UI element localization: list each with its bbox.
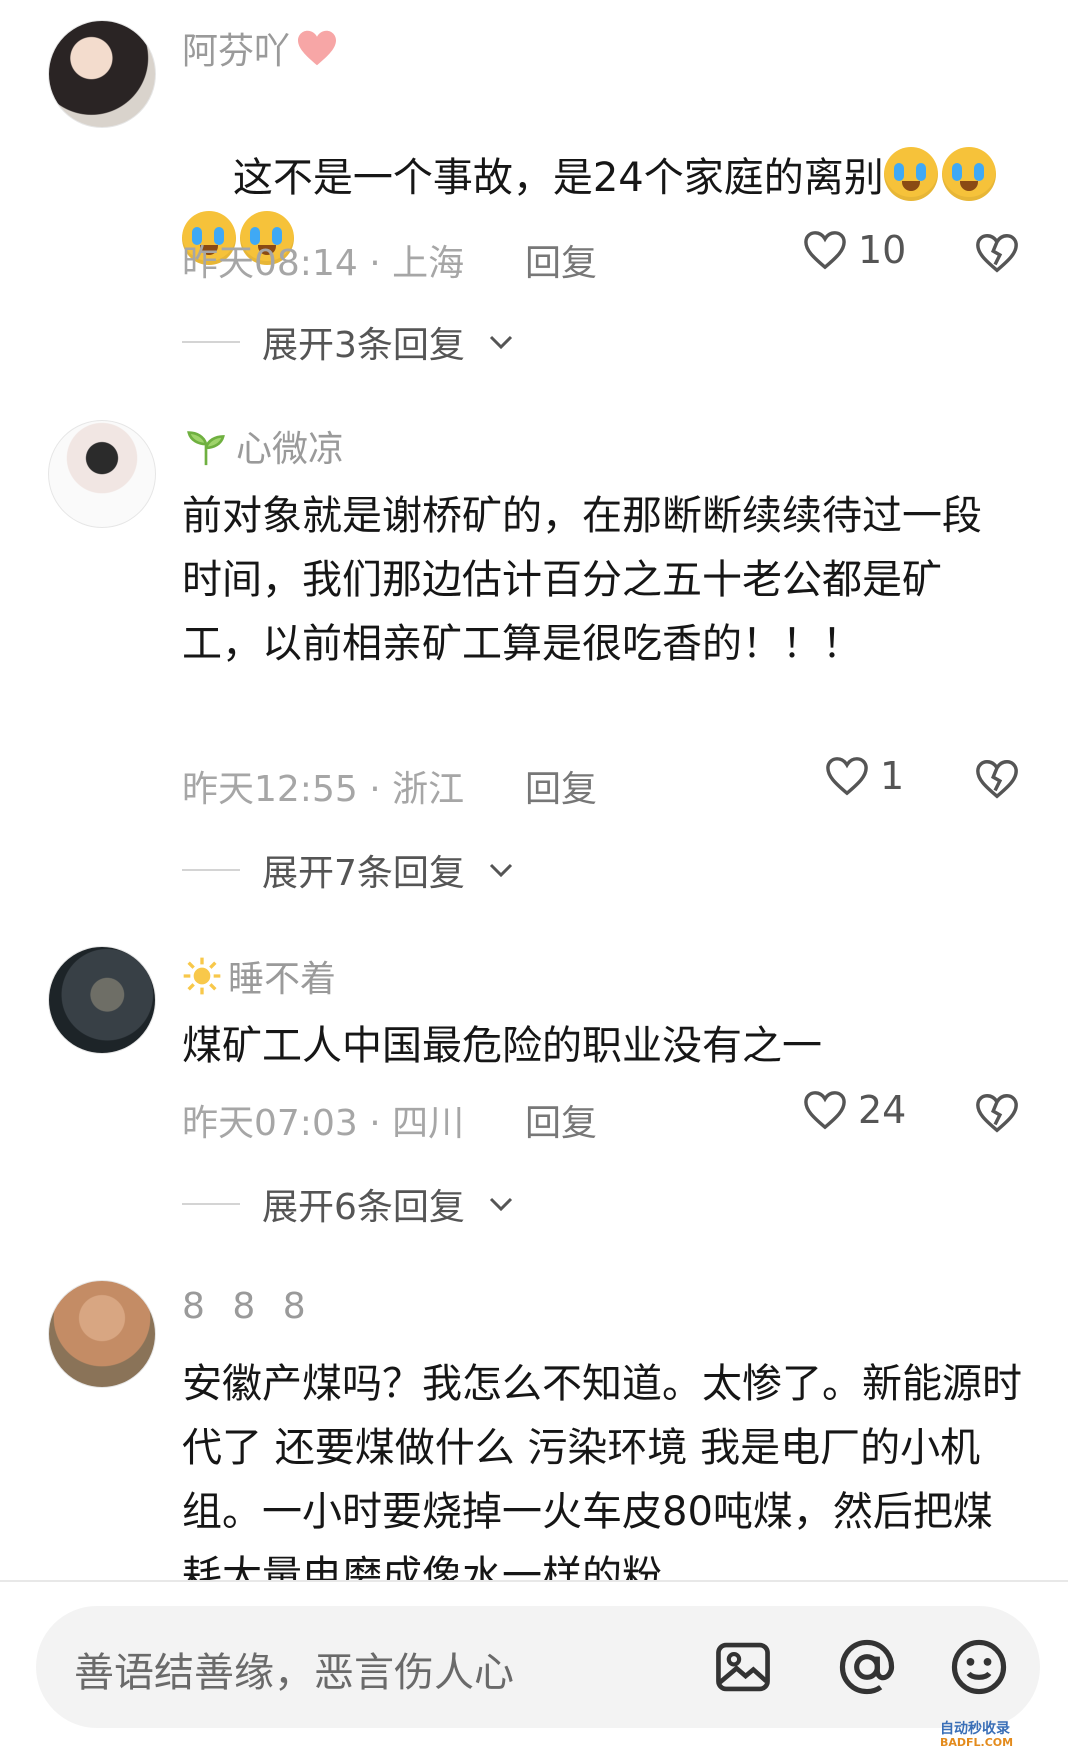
smile-icon[interactable] — [948, 1636, 1010, 1698]
comment-text: 安徽产煤吗？我怎么不知道。太惨了。新能源时代了 还要煤做什么 污染环境 我是电厂… — [182, 1361, 1022, 1580]
at-icon[interactable] — [836, 1636, 898, 1698]
comment-4: 8 8 8 安徽产煤吗？我怎么不知道。太惨了。新能源时代了 还要煤做什么 污染环… — [0, 0, 1068, 1580]
username[interactable]: 8 8 8 — [182, 1286, 314, 1327]
input-divider — [0, 1580, 1068, 1582]
watermark: 自动秒收录 BADFL.COM — [940, 1721, 1014, 1749]
comment-input[interactable]: 善语结善缘，恶言伤人心 — [74, 1640, 514, 1698]
comment-input-bar[interactable]: 善语结善缘，恶言伤人心 — [36, 1606, 1040, 1728]
image-icon[interactable] — [712, 1636, 774, 1698]
avatar[interactable] — [48, 1280, 156, 1388]
